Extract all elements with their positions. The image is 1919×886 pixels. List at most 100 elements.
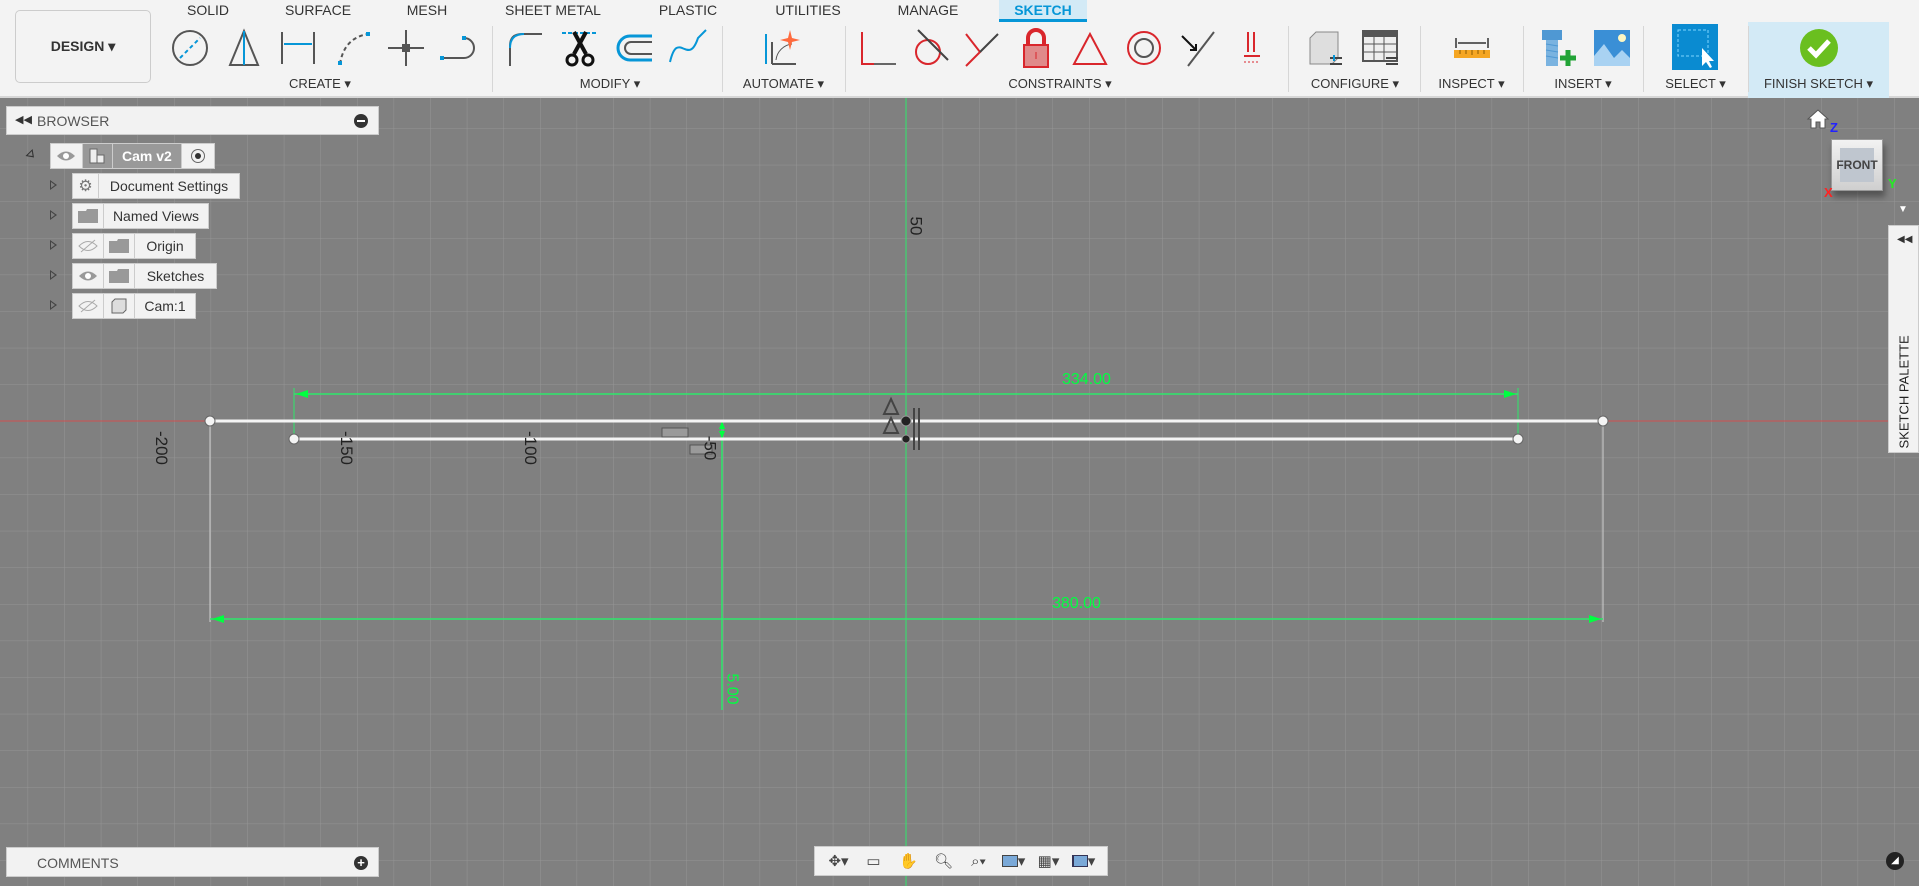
midpoint[interactable]	[900, 415, 912, 427]
expand-arrow-icon[interactable]	[50, 270, 57, 280]
browser-minimize-icon[interactable]	[354, 114, 368, 128]
tab-solid[interactable]: SOLID	[178, 0, 238, 22]
home-view-icon[interactable]	[1806, 108, 1830, 130]
viewports-icon[interactable]: ▾	[1071, 850, 1097, 872]
pan-hand-icon[interactable]: ✋	[896, 850, 922, 872]
measure-ruler-icon[interactable]	[1452, 28, 1492, 68]
select-menu[interactable]: SELECT ▾	[1643, 76, 1748, 92]
browser-item-label: Origin	[146, 238, 184, 254]
configuration-table-icon[interactable]	[1360, 28, 1400, 68]
inspect-menu[interactable]: INSPECT ▾	[1420, 76, 1523, 92]
perpendicular-icon[interactable]	[962, 28, 1002, 68]
arc-icon[interactable]	[332, 28, 372, 68]
line-icon[interactable]	[278, 28, 318, 68]
collapse-browser-icon[interactable]: ◀◀	[15, 113, 32, 126]
feedback-corner-icon[interactable]: ◢	[1886, 852, 1904, 870]
expand-arrow-icon[interactable]	[50, 210, 57, 220]
display-settings-icon[interactable]: ▾	[1001, 850, 1027, 872]
polygon-icon[interactable]	[224, 28, 264, 68]
sketch-point[interactable]	[288, 433, 300, 445]
finish-sketch-check-icon[interactable]	[1799, 28, 1839, 68]
sketch-point[interactable]	[1597, 415, 1609, 427]
tab-sheet-metal[interactable]: SHEET METAL	[498, 0, 608, 22]
point-icon[interactable]	[386, 28, 426, 68]
equal-triangle-icon[interactable]	[1070, 28, 1110, 68]
eye-icon[interactable]	[51, 144, 83, 168]
expand-palette-icon[interactable]: ◀◀	[1897, 234, 1912, 245]
horizontal-vertical-icon[interactable]	[1232, 28, 1272, 68]
axis-label-minus-50: -50	[700, 435, 720, 461]
tab-sketch[interactable]: SKETCH	[999, 0, 1087, 22]
configure-menu[interactable]: CONFIGURE ▾	[1290, 76, 1420, 92]
eye-icon[interactable]	[73, 264, 104, 288]
expand-arrow-icon[interactable]	[50, 180, 57, 190]
trim-scissors-icon[interactable]	[560, 28, 600, 68]
midpoint[interactable]	[901, 434, 911, 444]
browser-item-cam-1[interactable]: Cam:1	[72, 293, 196, 319]
automate-menu[interactable]: AUTOMATE ▾	[722, 76, 845, 92]
sketch-canvas[interactable]: 50 -200 -150 -100 -50 334.00 380.00 5.00	[0, 98, 1919, 886]
midpoint-icon[interactable]	[1178, 28, 1218, 68]
create-menu[interactable]: CREATE ▾	[260, 76, 380, 92]
fix-lock-icon[interactable]	[1016, 28, 1056, 68]
orbit-icon[interactable]: ✥▾	[826, 850, 852, 872]
insert-mcmaster-bolt-icon[interactable]	[1538, 28, 1578, 68]
slot-icon[interactable]	[438, 28, 478, 68]
expand-arrow-icon[interactable]	[50, 300, 57, 310]
dimension-380-value[interactable]: 380.00	[1052, 595, 1101, 613]
dimension-5-value[interactable]: 5.00	[723, 673, 741, 704]
parameters-cube-icon[interactable]	[1306, 28, 1346, 68]
sketch-point[interactable]	[1512, 433, 1524, 445]
eye-hidden-icon[interactable]	[73, 294, 104, 318]
axis-label-minus-100: -100	[521, 430, 541, 466]
view-options-dropdown-icon[interactable]: ▼	[1898, 204, 1908, 215]
sketch-palette-tab[interactable]: ◀◀ SKETCH PALETTE	[1888, 225, 1919, 453]
insert-menu[interactable]: INSERT ▾	[1523, 76, 1643, 92]
tab-manage[interactable]: MANAGE	[890, 0, 966, 22]
grid-snaps-icon[interactable]: ▦▾	[1036, 850, 1062, 872]
expand-arrow-icon[interactable]	[50, 240, 57, 250]
tab-utilities[interactable]: UTILITIES	[766, 0, 850, 22]
zoom-icon[interactable]: 🔍︎	[931, 850, 957, 872]
browser-item-document-settings[interactable]: ⚙ Document Settings	[72, 173, 240, 199]
browser-root-cam-v2[interactable]: Cam v2	[50, 143, 215, 169]
fillet-icon[interactable]	[506, 28, 546, 68]
look-at-icon[interactable]: ▭	[861, 850, 887, 872]
eye-hidden-icon[interactable]	[73, 234, 104, 258]
insert-canvas-image-icon[interactable]	[1592, 28, 1632, 68]
tab-mesh[interactable]: MESH	[395, 0, 459, 22]
automate-sparkle-icon[interactable]	[762, 28, 802, 68]
add-comment-icon[interactable]: +	[354, 856, 368, 870]
y-axis-label: Y	[1888, 176, 1897, 191]
component-icon	[82, 144, 113, 168]
modify-menu[interactable]: MODIFY ▾	[550, 76, 670, 92]
select-window-icon[interactable]	[1672, 24, 1718, 70]
z-axis-label: Z	[1830, 120, 1838, 135]
folder-icon	[104, 234, 135, 258]
browser-item-sketches[interactable]: Sketches	[72, 263, 217, 289]
offset-icon[interactable]	[614, 28, 654, 68]
grid	[0, 98, 1919, 886]
browser-item-label: Cam:1	[144, 298, 186, 314]
view-cube[interactable]: FRONT	[1831, 139, 1883, 191]
circle-icon[interactable]	[170, 28, 210, 68]
tab-plastic[interactable]: PLASTIC	[650, 0, 726, 22]
sketch-point[interactable]	[204, 415, 216, 427]
tab-surface[interactable]: SURFACE	[276, 0, 360, 22]
zoom-window-icon[interactable]: ⌕▾	[966, 850, 992, 872]
body-icon	[104, 294, 135, 318]
workspace-switcher-button[interactable]: DESIGN ▾	[15, 10, 151, 83]
finish-sketch-button[interactable]: FINISH SKETCH ▾	[1748, 76, 1889, 92]
concentric-icon[interactable]	[1124, 28, 1164, 68]
browser-item-named-views[interactable]: Named Views	[72, 203, 209, 229]
browser-panel-header[interactable]: ◀◀ BROWSER	[6, 106, 379, 135]
coincident-icon[interactable]	[858, 28, 898, 68]
view-cube-front-face[interactable]: FRONT	[1836, 148, 1878, 182]
dimension-334-value[interactable]: 334.00	[1062, 371, 1111, 389]
tangent-icon[interactable]	[910, 28, 950, 68]
comments-panel[interactable]: COMMENTS +	[6, 847, 379, 877]
constraints-menu[interactable]: CONSTRAINTS ▾	[990, 76, 1130, 92]
activate-radio-icon[interactable]	[182, 144, 214, 168]
browser-item-origin[interactable]: Origin	[72, 233, 196, 259]
spline-icon[interactable]	[668, 28, 708, 68]
